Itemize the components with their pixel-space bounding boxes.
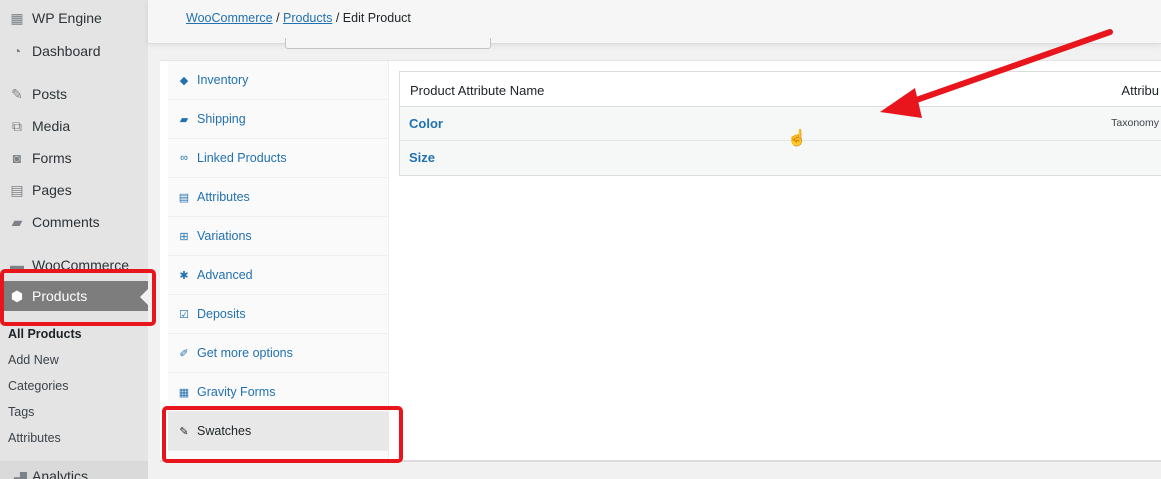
arrow-shaft (902, 29, 1113, 107)
arrow-head (880, 88, 922, 118)
annotation-arrow (880, 29, 1113, 118)
